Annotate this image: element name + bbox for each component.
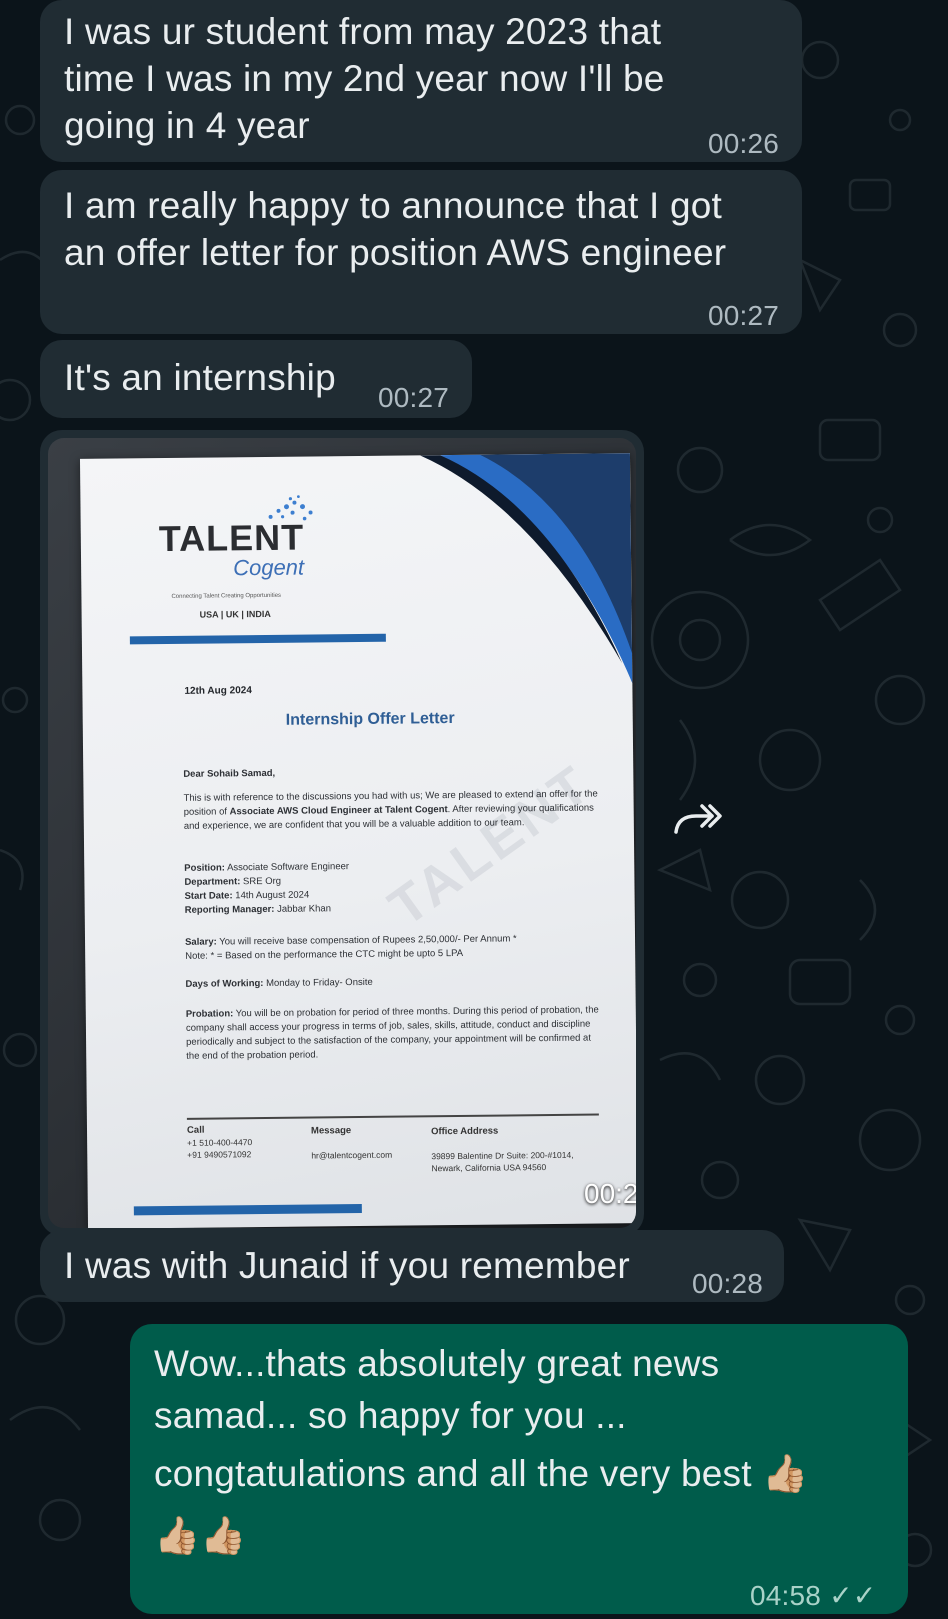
footer-call: Call +1 510-400-4470 +91 9490571092 [186, 1124, 253, 1160]
incoming-message[interactable]: I was ur student from may 2023 that time… [40, 0, 802, 162]
letter-paragraph: This is with reference to the discussion… [183, 788, 598, 832]
letter-date: 12th Aug 2024 [184, 685, 252, 697]
message-timestamp: 00:28 [692, 1268, 764, 1299]
offer-letter-photo[interactable]: TALENT Cogent Connecting Talent Creating… [48, 438, 636, 1228]
message-timestamp: 00:26 [708, 128, 780, 159]
company-tagline: Connecting Talent Creating Opportunities [171, 592, 282, 600]
incoming-message[interactable]: It's an internship 00:27 [40, 340, 472, 418]
image-message[interactable]: TALENT Cogent Connecting Talent Creating… [40, 430, 644, 1236]
letter-salary: Salary: You will receive base compensati… [184, 933, 517, 962]
company-logo-text: TALENT [158, 516, 305, 560]
message-text: I am really happy to announce that I got… [64, 182, 726, 276]
forward-icon[interactable] [672, 798, 722, 842]
read-receipt-icon: ✓✓ [829, 1580, 877, 1611]
footer-message: Message hr@talentcogent.com [310, 1125, 393, 1161]
company-countries: USA | UK | INDIA [199, 608, 271, 620]
message-line: samad... so happy for you ... [154, 1395, 627, 1436]
letter-probation: Probation: You will be on probation for … [185, 1004, 599, 1062]
letter-days: Days of Working: Monday to Friday- Onsit… [185, 976, 373, 990]
message-timestamp: 04:58 ✓✓ [750, 1580, 877, 1611]
outgoing-message[interactable]: Wow...thats absolutely great news samad.… [130, 1324, 908, 1614]
message-line: going in 4 year [64, 105, 310, 146]
message-line: I was ur student from may 2023 that [64, 11, 662, 52]
message-line: congtatulations and all the very best 👍🏼 [154, 1453, 809, 1494]
letter-details: Position: Associate Software Engineer De… [184, 861, 350, 916]
message-timestamp: 00:27 [708, 300, 780, 331]
footer-bar [133, 1203, 362, 1216]
message-timestamp: 00:27 [378, 382, 450, 413]
footer-divider [186, 1113, 599, 1120]
image-timestamp: 00:27 [584, 1178, 636, 1209]
message-line: time I was in my 2nd year now I'll be [64, 58, 665, 99]
message-text: Wow...thats absolutely great news samad.… [154, 1338, 808, 1562]
message-text: I was ur student from may 2023 that time… [64, 8, 665, 149]
message-line: 👍🏼👍🏼 [154, 1515, 247, 1556]
message-line: an offer letter for position AWS enginee… [64, 232, 727, 273]
company-logo-subtext: Cogent [233, 554, 305, 581]
letter-title: Internship Offer Letter [285, 709, 455, 729]
message-text: I was with Junaid if you remember [64, 1245, 630, 1286]
message-line: I am really happy to announce that I got [64, 185, 722, 226]
footer-office: Office Address 39899 Balentine Dr Suite: … [430, 1125, 574, 1174]
message-text: It's an internship [64, 357, 336, 398]
letterhead-bar [129, 633, 386, 645]
incoming-message[interactable]: I am really happy to announce that I got… [40, 170, 802, 334]
letterhead-swoosh [419, 453, 633, 684]
incoming-message[interactable]: I was with Junaid if you remember 00:28 [40, 1230, 784, 1302]
offer-letter-document: TALENT Cogent Connecting Talent Creating… [79, 453, 636, 1228]
message-line: Wow...thats absolutely great news [154, 1343, 720, 1384]
